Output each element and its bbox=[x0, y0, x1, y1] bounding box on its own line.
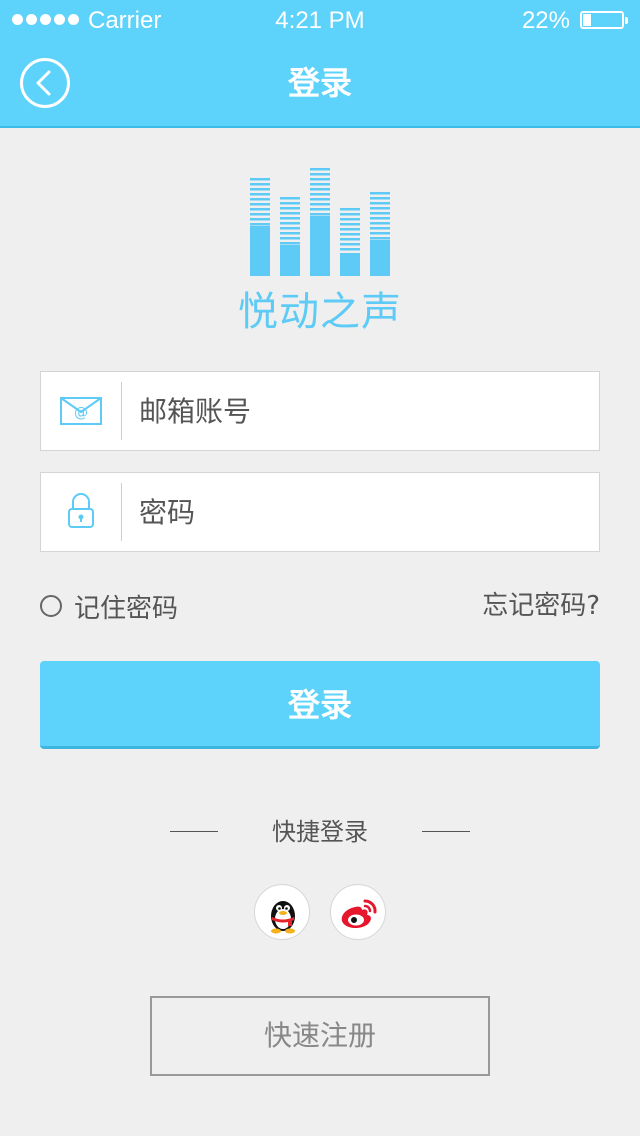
quick-login-title: 快捷登录 bbox=[272, 818, 368, 846]
remember-password-toggle[interactable]: 记住密码 bbox=[40, 588, 178, 624]
envelope-icon: @ bbox=[60, 397, 102, 425]
weibo-login-button[interactable] bbox=[330, 884, 386, 940]
qq-login-button[interactable] bbox=[254, 884, 310, 940]
page-title: 登录 bbox=[287, 64, 352, 102]
password-input[interactable] bbox=[139, 473, 579, 551]
svg-text:@: @ bbox=[74, 405, 88, 421]
divider-line bbox=[422, 831, 470, 832]
remember-password-label: 记住密码 bbox=[74, 593, 179, 624]
login-button[interactable]: 登录 bbox=[40, 661, 600, 749]
email-input[interactable] bbox=[139, 372, 579, 450]
radio-button[interactable] bbox=[40, 595, 62, 617]
qq-penguin-icon bbox=[271, 901, 295, 934]
equalizer-bars-icon bbox=[250, 168, 390, 276]
nav-bar: Carrier 4:21 PM 22% 登录 bbox=[0, 0, 640, 128]
forgot-password-link[interactable]: 忘记密码? bbox=[482, 588, 600, 624]
lock-icon bbox=[68, 493, 94, 528]
battery-percentage: 22% bbox=[521, 7, 570, 34]
password-field bbox=[40, 472, 600, 552]
quick-register-button[interactable]: 快速注册 bbox=[150, 996, 490, 1076]
status-bar: Carrier 4:21 PM 22% bbox=[0, 0, 640, 40]
app-name: 悦动之声 bbox=[238, 289, 402, 335]
battery-icon bbox=[580, 11, 628, 29]
weibo-icon bbox=[341, 899, 377, 929]
email-field: @ bbox=[40, 371, 600, 451]
